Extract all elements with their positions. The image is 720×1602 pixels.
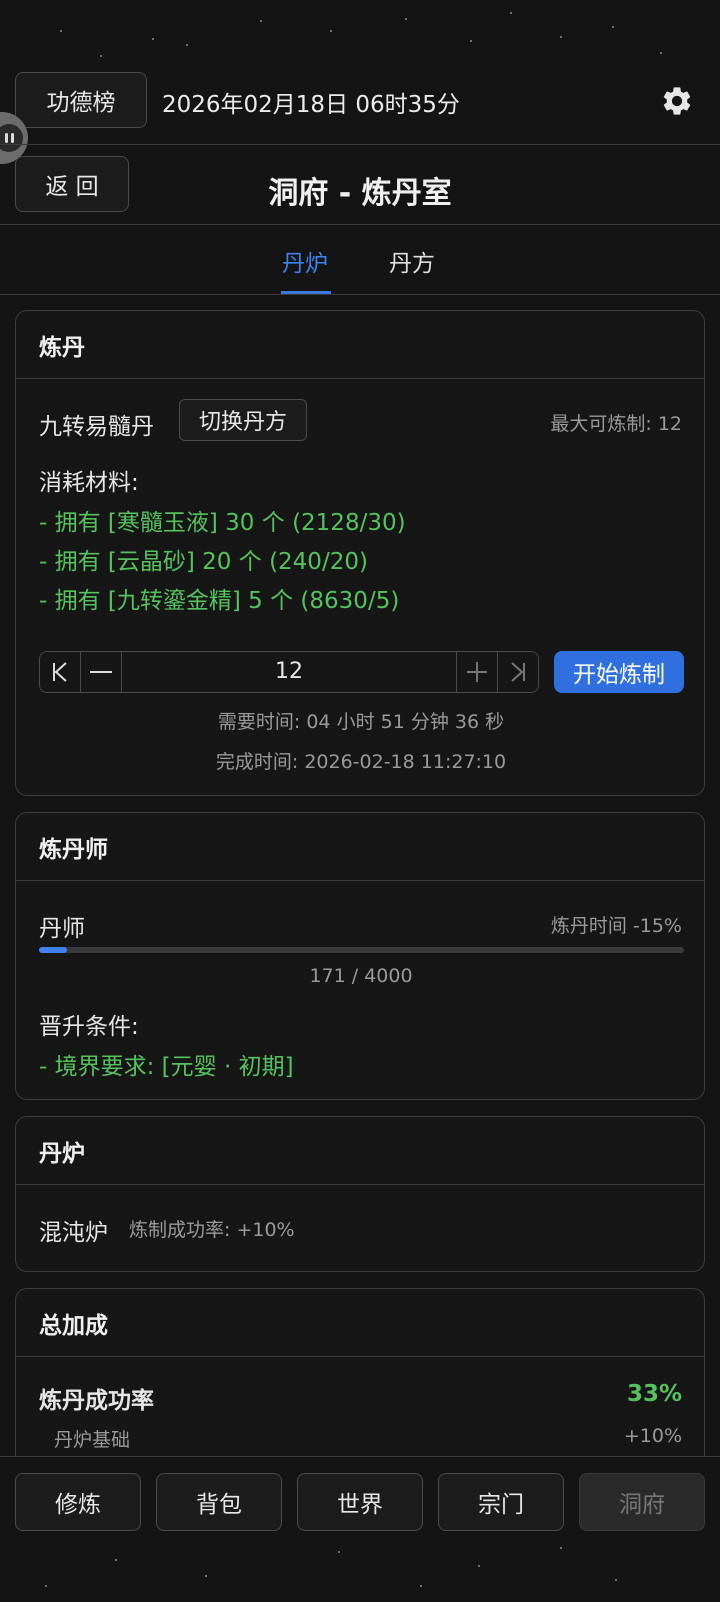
divider (0, 224, 720, 225)
top-bar: 功德榜 2026年02月18日 06时35分 (0, 70, 720, 132)
alchemy-card: 炼丹 九转易髓丹 切换丹方 最大可炼制: 12 消耗材料: - 拥有 [寒髓玉液… (15, 310, 705, 796)
material-item: - 拥有 [寒髓玉液] 30 个 (2128/30) (39, 510, 406, 536)
nav-inventory[interactable]: 背包 (156, 1473, 282, 1531)
page-header: 返 回 洞府 - 炼丹室 (0, 148, 720, 224)
card-title: 炼丹师 (16, 813, 704, 881)
alchemist-rank: 丹师 (39, 916, 85, 942)
experience-progress-bar (39, 947, 684, 953)
nav-sect[interactable]: 宗门 (438, 1473, 564, 1531)
material-item: - 拥有 [九转鎏金精] 5 个 (8630/5) (39, 588, 400, 614)
experience-progress-fill (39, 947, 67, 953)
nav-cultivate[interactable]: 修炼 (15, 1473, 141, 1531)
furnace-card: 丹炉 混沌炉 炼制成功率: +10% (15, 1116, 705, 1272)
game-datetime: 2026年02月18日 06时35分 (162, 92, 460, 118)
starfield-top (0, 0, 720, 68)
quantity-input[interactable]: 12 (122, 652, 456, 692)
bottom-navigation: 修炼 背包 世界 宗门 洞府 (0, 1456, 720, 1602)
promotion-label: 晋升条件: (39, 1014, 139, 1040)
skip-last-icon[interactable] (497, 652, 538, 692)
card-title: 总加成 (16, 1289, 704, 1357)
success-rate-value: 33% (626, 1381, 682, 1407)
furnace-bonus: 炼制成功率: +10% (129, 1219, 295, 1241)
merit-ranking-button[interactable]: 功德榜 (15, 72, 147, 128)
tab-furnace[interactable]: 丹炉 (282, 244, 328, 278)
alchemist-bonus: 炼丹时间 -15% (550, 915, 682, 937)
plus-icon[interactable] (456, 652, 497, 692)
furnace-name: 混沌炉 (39, 1220, 108, 1246)
card-title: 丹炉 (16, 1117, 704, 1185)
finish-time: 完成时间: 2026-02-18 11:27:10 (215, 751, 507, 773)
base-bonus-label: 丹炉基础 (54, 1429, 131, 1451)
gear-icon[interactable] (660, 84, 694, 118)
skip-first-icon[interactable] (40, 652, 81, 692)
start-crafting-button[interactable]: 开始炼制 (554, 651, 684, 693)
material-item: - 拥有 [云晶砂] 20 个 (240/20) (39, 549, 368, 575)
time-required: 需要时间: 04 小时 51 分钟 36 秒 (217, 711, 505, 733)
success-rate-label: 炼丹成功率 (39, 1388, 154, 1414)
minus-icon[interactable] (81, 652, 122, 692)
total-bonus-card: 总加成 炼丹成功率 33% 丹炉基础 +10% (15, 1288, 705, 1468)
switch-recipe-button[interactable]: 切换丹方 (179, 399, 307, 441)
starfield-bottom (0, 1535, 720, 1601)
tab-bar: 丹炉 丹方 (0, 226, 720, 294)
tab-recipes[interactable]: 丹方 (389, 244, 435, 278)
materials-label: 消耗材料: (39, 470, 139, 496)
base-bonus-value: +10% (623, 1425, 682, 1447)
divider (0, 144, 720, 145)
promotion-requirement: - 境界要求: [元婴 · 初期] (39, 1054, 294, 1080)
nav-world[interactable]: 世界 (297, 1473, 423, 1531)
experience-progress-text: 171 / 4000 (309, 965, 413, 987)
alchemist-card: 炼丹师 丹师 炼丹时间 -15% 171 / 4000 晋升条件: - 境界要求… (15, 812, 705, 1100)
divider (0, 294, 720, 295)
page-title: 洞府 - 炼丹室 (268, 176, 452, 211)
recipe-name: 九转易髓丹 (39, 414, 154, 440)
nav-cave-abode: 洞府 (579, 1473, 705, 1531)
quantity-stepper: 12 (39, 651, 539, 693)
max-craft-count: 最大可炼制: 12 (550, 413, 682, 435)
card-title: 炼丹 (16, 311, 704, 379)
